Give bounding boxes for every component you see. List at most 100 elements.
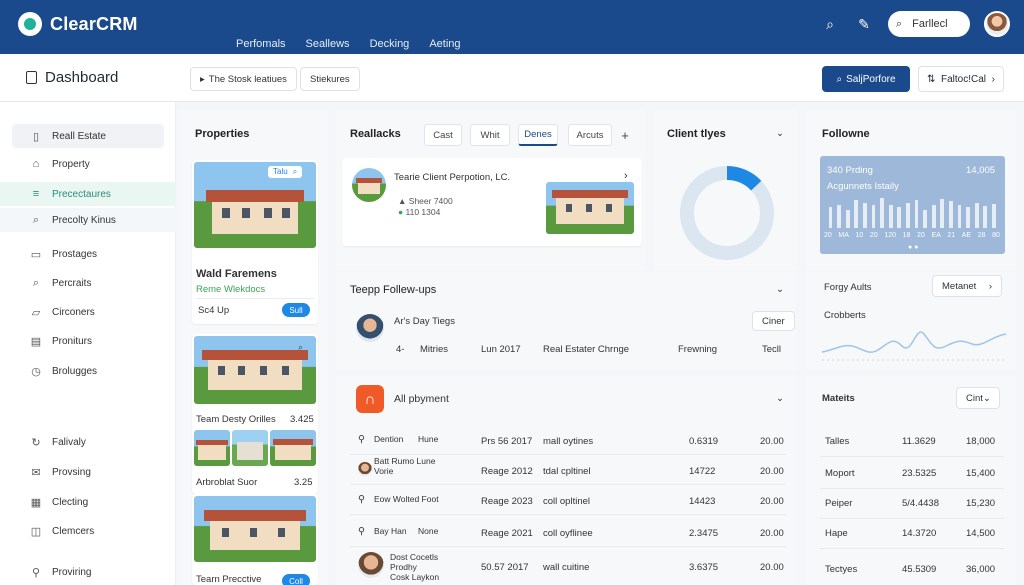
sidebar-item-label: Clecting [52, 496, 89, 508]
chip-label: The Stosk leatiues [208, 73, 287, 85]
primary-button[interactable]: ⌕ SaljPorfore [822, 66, 910, 92]
secondary-label: Faltoc!Cal [941, 73, 987, 85]
page-title-text: Dashboard [45, 69, 119, 86]
client-name: Tearie Client Perpotion, LC. [394, 172, 511, 183]
badge[interactable]: Talu ⌕ [268, 166, 303, 178]
search-input[interactable]: ⌕ Farllecl [888, 11, 970, 37]
avatar[interactable] [984, 11, 1010, 37]
sidebar-item-provsing[interactable]: ✉ Provsing [12, 460, 164, 484]
sidebar-item-label: Clemcers [52, 525, 95, 537]
tab-cast[interactable]: Cast [424, 124, 462, 146]
panel-title: Teepp Follew-ups [350, 284, 437, 296]
action-button[interactable]: Ciner [752, 311, 795, 331]
filter-chip[interactable]: Stiekures [300, 67, 360, 91]
row-name: Talles [825, 436, 850, 447]
client-detail: ▲ Sheer 7400 [398, 196, 453, 206]
bar [880, 198, 885, 228]
client-card[interactable]: Tearie Client Perpotion, LC. ▲ Sheer 740… [342, 158, 642, 246]
sidebar-item-proniturs[interactable]: ▤ Proniturs [12, 329, 164, 353]
client-property-image [546, 182, 634, 234]
row-date: Prs 56 2017 [481, 436, 533, 447]
sidebar-item-circoners[interactable]: ▱ Circoners [12, 300, 164, 324]
chevron-down-icon[interactable]: ⌄ [776, 128, 784, 139]
chevron-right-icon[interactable]: › [624, 170, 628, 182]
sidebar-item-clemcers[interactable]: ◫ Clemcers [12, 519, 164, 543]
property-name: Team Desty Orilles [196, 414, 276, 425]
dropdown-label: Metanet [942, 280, 977, 292]
bar [888, 204, 893, 228]
mail-icon: ✉ [31, 466, 41, 479]
property-value: 3.25 [294, 477, 313, 488]
tab-denes[interactable]: Denes [518, 124, 558, 146]
property-action-button[interactable]: Coll [282, 574, 310, 585]
sidebar-item-prostages[interactable]: ▭ Prostages [12, 242, 164, 266]
nav-item[interactable]: Seallews [306, 38, 350, 50]
thumbnail[interactable] [232, 430, 268, 466]
property-card[interactable]: ⌕ Team Desty Orilles 3.425 Arbroblat Suo… [192, 334, 318, 494]
sidebar-item-label: Percraits [52, 277, 92, 289]
tab-arcuts[interactable]: Arcuts [568, 124, 612, 146]
bar [991, 204, 996, 228]
sidebar-item-property[interactable]: ⌂ Property [12, 152, 164, 176]
search-icon: ⌕ [32, 213, 40, 226]
chevron-down-icon[interactable]: ⌄ [776, 284, 784, 295]
forgy-panel: Forgy Aults Metanet › Crobberts [806, 272, 1016, 370]
property-value: 3.425 [290, 414, 314, 425]
panel-title: Properties [195, 128, 250, 140]
row-desc: mall oytines [543, 436, 594, 447]
pin-icon: ⚲ [31, 566, 41, 579]
row-total: 20.00 [760, 466, 784, 477]
nav-item[interactable]: Perfomals [236, 38, 286, 50]
search-icon[interactable]: ⌕ [820, 14, 840, 34]
edit-icon[interactable]: ✎ [854, 14, 874, 34]
sidebar-item-precectaures[interactable]: ≡ Precectaures [0, 182, 176, 206]
sidebar-item-label: Proviring [52, 566, 92, 578]
badge-label: Talu [273, 167, 288, 176]
followne-card[interactable]: 340 Prding 14,005 Acgunnets Istaily 20 MA… [820, 156, 1005, 254]
chevron-down-icon: ⌄ [982, 392, 991, 404]
sidebar-item-label: Brolugges [52, 365, 98, 377]
dropdown-button[interactable]: Metanet › [932, 275, 1002, 297]
property-card[interactable]: Tearn Precctive Coll [192, 494, 318, 585]
nav-item[interactable]: Aeting [429, 38, 460, 50]
row-desc: wall cuitine [543, 562, 590, 573]
thumbnail[interactable] [194, 430, 230, 466]
panel-title: Client tlyes [667, 128, 726, 140]
tab-whit[interactable]: Whit [470, 124, 510, 146]
client-detail: ● 110 1304 [398, 207, 441, 217]
nav-item[interactable]: Decking [370, 38, 410, 50]
chevron-down-icon[interactable]: ⌄ [776, 393, 784, 404]
sidebar-item-label: Circoners [52, 306, 95, 318]
property-action-button[interactable]: Sull [282, 303, 310, 317]
bar [931, 204, 936, 228]
row-total: 14,500 [966, 528, 996, 539]
filter-chip[interactable]: ▸ The Stosk leatiues [190, 67, 297, 91]
sidebar-item-precolty-kinus[interactable]: ⌕ Precolty Kinus [0, 208, 176, 232]
panel-title: Mateits [822, 393, 855, 404]
secondary-button[interactable]: ⇅ Faltoc!Cal › [918, 66, 1004, 92]
property-subtitle: Reme Wlekdocs [196, 284, 266, 295]
chat-icon: ◫ [30, 525, 42, 538]
sidebar-item-real-estate[interactable]: ▯ Reall Estate [12, 124, 164, 148]
sidebar-item-falivaly[interactable]: ↻ Falivaly [12, 430, 164, 454]
property-card[interactable]: Talu ⌕ Wald Faremens Reme Wlekdocs Sc4 Up… [192, 160, 318, 324]
row-name: Dost Cocetls [390, 552, 439, 562]
sidebar-item-clecting[interactable]: ▦ Clecting [12, 490, 164, 514]
top-nav: Perfomals Seallews Decking Aeting [236, 38, 461, 50]
dropdown-button[interactable]: Cint ⌄ [956, 387, 1000, 409]
house-icon: ⌂ [32, 158, 40, 170]
sidebar-item-label: Prostages [52, 248, 98, 260]
client-types-panel: Client tlyes ⌄ [654, 110, 798, 270]
app-logo[interactable]: ClearCRM [18, 12, 138, 36]
follow-up-cell: Mitries [420, 344, 448, 355]
axis-tick-label: MA [838, 232, 849, 239]
thumbnail[interactable] [270, 430, 316, 466]
pager-dots[interactable]: ● ● [908, 244, 918, 251]
panel-title: All pbyment [394, 393, 449, 405]
add-tab-button[interactable]: + [614, 124, 636, 146]
sidebar-item-brolugges[interactable]: ◷ Brolugges [12, 359, 164, 383]
search-icon[interactable]: ⌕ [298, 342, 303, 353]
sidebar-item-proviring[interactable]: ⚲ Proviring [12, 560, 164, 584]
sidebar-item-percraits[interactable]: ⌕ Percraits [12, 271, 164, 295]
panel-title: Reallacks [350, 128, 401, 140]
